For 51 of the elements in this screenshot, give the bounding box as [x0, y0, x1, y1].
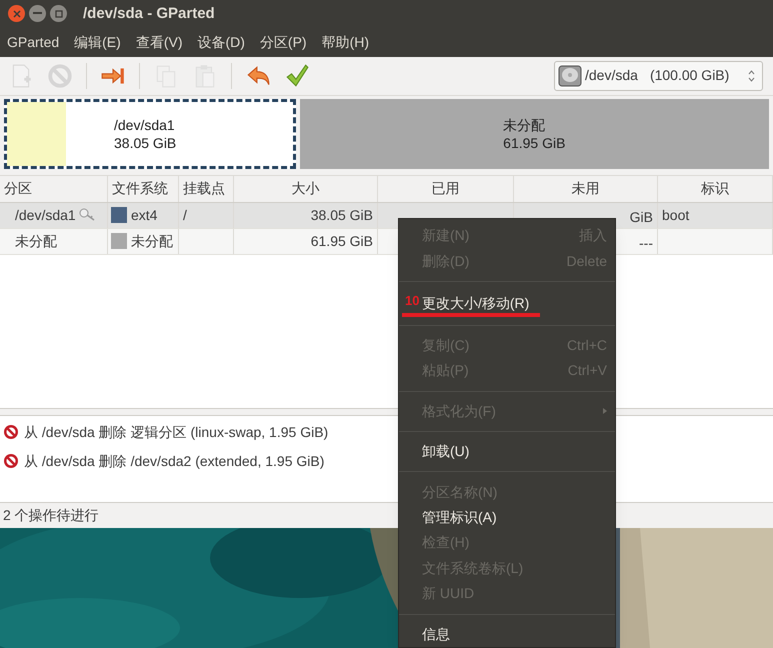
column-header[interactable]: 分区 — [0, 176, 108, 202]
used-space-fill — [7, 102, 66, 166]
menu-item[interactable]: GParted — [7, 32, 60, 53]
partition-name: 未分配 — [503, 116, 546, 134]
filesystem-swatch — [111, 207, 127, 224]
table-cell-text: --- — [639, 234, 653, 253]
filesystem-swatch — [111, 233, 127, 250]
menu-item[interactable]: 信息 — [422, 622, 615, 647]
menu-item[interactable]: 编辑(E) — [74, 32, 121, 53]
table-cell-text: boot — [662, 206, 690, 225]
menu-item[interactable]: 卸载(U) — [422, 438, 615, 464]
table-cell-text: ext4 — [131, 206, 158, 225]
table-cell-text: GiB — [630, 208, 653, 227]
column-header[interactable]: 文件系统 — [108, 176, 179, 202]
partition-size: 38.05 GiB — [114, 134, 176, 152]
column-header[interactable]: 挂载点 — [179, 176, 234, 202]
partition-block[interactable]: /dev/sda1 38.05 GiB — [4, 99, 296, 169]
menu-item[interactable]: 帮助(H) — [322, 32, 370, 53]
column-header[interactable]: 标识 — [658, 176, 773, 202]
close-icon[interactable] — [8, 5, 25, 22]
menu-item[interactable]: 分区(P) — [260, 32, 307, 53]
maximize-icon[interactable] — [50, 5, 67, 22]
partition-name: /dev/sda1 — [114, 116, 176, 134]
menu-item[interactable]: 管理标识(A) — [422, 504, 615, 530]
column-header[interactable]: 未用 — [514, 176, 658, 202]
operation-text: 从 /dev/sda 删除 /dev/sda2 (extended, 1.95 GiB) — [24, 452, 324, 471]
table-cell-text: 未分配 — [15, 232, 57, 251]
no-entry-icon — [3, 453, 19, 470]
status-text: 2 个操作待进行 — [3, 506, 99, 526]
column-header[interactable]: 大小 — [234, 176, 378, 202]
menu-item[interactable]: 设备(D) — [197, 32, 245, 53]
device-name: /dev/sda — [585, 66, 638, 86]
table-cell-text: / — [183, 206, 187, 225]
menu-item[interactable]: 更改大小/移动(R) — [422, 288, 615, 318]
partition-size: 61.95 GiB — [503, 134, 566, 152]
minimize-icon[interactable] — [29, 5, 46, 22]
annotation-number: 10 — [405, 294, 420, 307]
check-icon[interactable] — [284, 62, 310, 89]
operation-text: 从 /dev/sda 删除 逻辑分区 (linux-swap, 1.95 GiB) — [24, 422, 328, 442]
window-title: /dev/sda - GParted — [83, 4, 215, 24]
menu-item[interactable]: 查看(V) — [136, 32, 182, 53]
column-header[interactable]: 已用 — [378, 176, 514, 202]
no-entry-icon — [3, 424, 19, 440]
table-cell-text: /dev/sda1 — [15, 206, 76, 225]
device-size: (100.00 GiB) — [650, 66, 730, 86]
table-cell-text: 38.05 GiB — [310, 206, 373, 225]
table-cell-text: 61.95 GiB — [310, 232, 373, 251]
table-cell-text: 未分配 — [131, 232, 173, 251]
spinner-icon — [748, 70, 755, 82]
unallocated-block[interactable]: 未分配 61.95 GiB — [300, 99, 769, 169]
device-selector[interactable]: /dev/sda (100.00 GiB) — [554, 60, 763, 91]
